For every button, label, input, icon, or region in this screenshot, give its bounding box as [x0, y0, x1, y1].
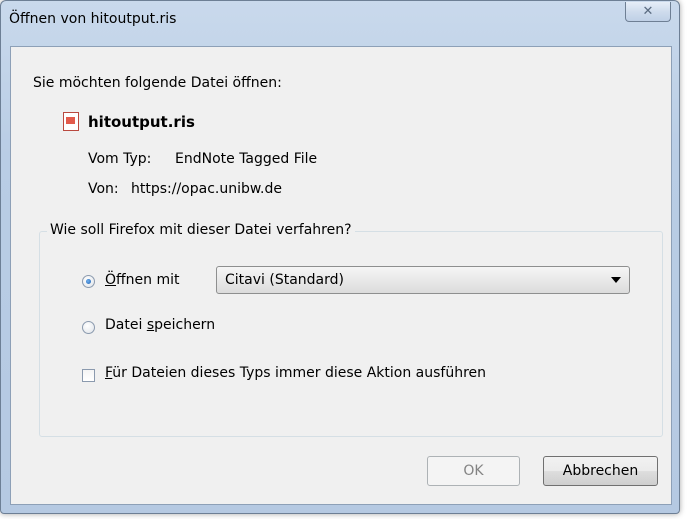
close-icon: ✕: [642, 4, 654, 19]
action-group-legend: Wie soll Firefox mit dieser Datei verfah…: [47, 222, 355, 238]
chevron-down-icon: [611, 277, 621, 283]
dialog-title: Öffnen von hitoutput.ris: [9, 11, 177, 27]
application-select[interactable]: Citavi (Standard): [216, 266, 630, 294]
always-do-checkbox[interactable]: [82, 369, 95, 382]
always-do-label[interactable]: Für Dateien dieses Typs immer diese Akti…: [105, 365, 486, 381]
save-file-label-prefix: Datei: [105, 317, 147, 333]
file-type-value: EndNote Tagged File: [175, 151, 318, 167]
save-file-radio[interactable]: [82, 321, 95, 334]
file-source-value: https://opac.unibw.de: [131, 181, 282, 197]
file-type-label: Vom Typ:: [88, 151, 152, 167]
intro-text: Sie möchten folgende Datei öffnen:: [33, 75, 282, 91]
action-groupbox: [39, 231, 663, 437]
cancel-button[interactable]: Abbrechen: [543, 456, 658, 486]
open-with-label[interactable]: Öffnen mit: [105, 272, 180, 288]
save-file-label[interactable]: Datei speichern: [105, 317, 215, 333]
open-file-dialog: Öffnen von hitoutput.ris ✕ Sie möchten f…: [0, 0, 680, 514]
application-select-value: Citavi (Standard): [225, 272, 344, 288]
cancel-button-label: Abbrechen: [562, 463, 639, 479]
ok-button[interactable]: OK: [427, 456, 520, 486]
close-button[interactable]: ✕: [625, 2, 671, 22]
save-file-accesskey: s: [146, 317, 155, 333]
ok-button-label: OK: [463, 463, 484, 479]
file-name: hitoutput.ris: [88, 113, 195, 131]
always-do-label-rest: ür Dateien dieses Typs immer diese Aktio…: [112, 365, 487, 381]
open-with-label-text: ffnen mit: [116, 272, 180, 288]
file-source-label: Von:: [88, 181, 119, 197]
dialog-body: Sie möchten folgende Datei öffnen: hitou…: [10, 46, 672, 505]
open-with-accesskey: Ö: [105, 272, 117, 288]
ris-file-icon: [63, 112, 79, 131]
open-with-radio[interactable]: [82, 275, 95, 288]
save-file-label-rest: peichern: [154, 317, 216, 333]
